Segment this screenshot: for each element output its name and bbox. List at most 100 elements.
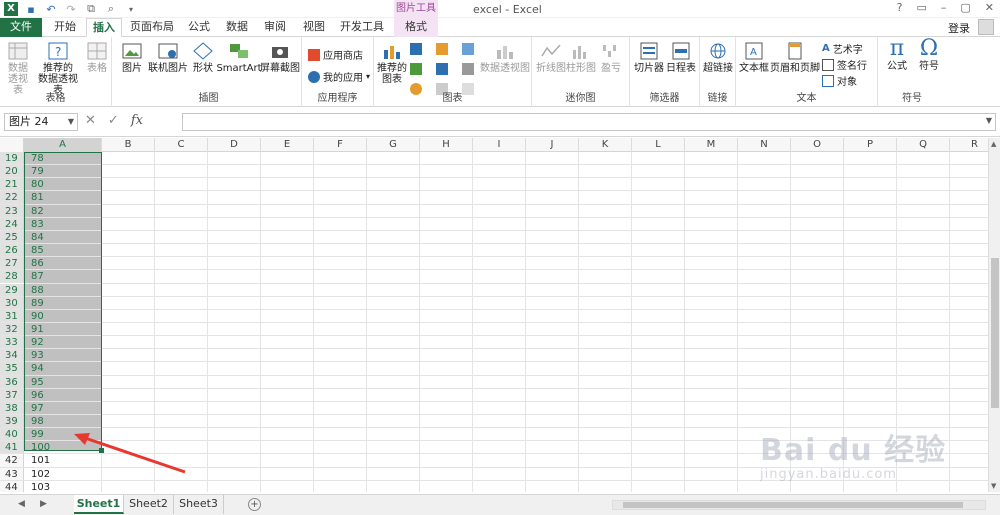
slicer-button[interactable]: 切片器: [634, 41, 664, 74]
formula-input[interactable]: ▼: [182, 113, 996, 131]
help-icon[interactable]: ?: [897, 1, 903, 14]
horizontal-scroll-thumb[interactable]: [623, 502, 963, 508]
tab-view[interactable]: 视图: [296, 18, 332, 37]
row-header[interactable]: 26: [0, 244, 24, 258]
column-header-q[interactable]: Q: [897, 138, 950, 152]
screenshot-button[interactable]: 屏幕截图: [260, 41, 300, 74]
row-header[interactable]: 29: [0, 283, 24, 297]
cancel-icon[interactable]: ✕: [85, 113, 96, 128]
column-header-a[interactable]: A: [24, 138, 102, 152]
sheet-tab-2[interactable]: Sheet2: [124, 495, 174, 514]
my-apps-dropdown-icon[interactable]: ▾: [366, 72, 370, 81]
redo-icon[interactable]: ↷: [64, 2, 78, 16]
column-header-d[interactable]: D: [208, 138, 261, 152]
sheet-prev-icon[interactable]: ◀: [18, 499, 25, 509]
textbox-button[interactable]: A 文本框: [738, 41, 770, 74]
stock-chart-icon[interactable]: [462, 63, 474, 75]
row-header[interactable]: 31: [0, 309, 24, 323]
row-header[interactable]: 43: [0, 467, 24, 481]
column-header-e[interactable]: E: [261, 138, 314, 152]
cell-a-value[interactable]: 102: [31, 468, 50, 481]
shapes-button[interactable]: 形状: [190, 41, 216, 74]
table-button[interactable]: 表格: [84, 41, 110, 74]
hyperlink-button[interactable]: 超链接: [702, 41, 734, 74]
column-header-c[interactable]: C: [155, 138, 208, 152]
column-header-l[interactable]: L: [632, 138, 685, 152]
row-header[interactable]: 22: [0, 191, 24, 205]
row-header[interactable]: 39: [0, 415, 24, 429]
row-header[interactable]: 23: [0, 204, 24, 218]
column-header-j[interactable]: J: [526, 138, 579, 152]
column-header-f[interactable]: F: [314, 138, 367, 152]
tab-review[interactable]: 审阅: [258, 18, 292, 37]
ribbon-display-icon[interactable]: ▭: [916, 1, 926, 14]
customize-qat-icon[interactable]: ▾: [124, 2, 138, 16]
column-header-k[interactable]: K: [579, 138, 632, 152]
header-footer-button[interactable]: 页眉和页脚: [770, 41, 820, 74]
undo-icon[interactable]: ↶: [44, 2, 58, 16]
row-header[interactable]: 20: [0, 165, 24, 179]
name-box-dropdown-icon[interactable]: ▼: [68, 114, 74, 130]
object-button[interactable]: 对象: [822, 73, 857, 88]
row-header[interactable]: 33: [0, 336, 24, 350]
row-header[interactable]: 32: [0, 322, 24, 337]
sheet-tab-3[interactable]: Sheet3: [174, 495, 224, 514]
row-header[interactable]: 21: [0, 178, 24, 192]
row-header[interactable]: 40: [0, 428, 24, 442]
insert-function-icon[interactable]: fx: [131, 113, 143, 128]
row-header[interactable]: 44: [0, 480, 24, 492]
row-header[interactable]: 41: [0, 441, 24, 455]
wordart-button[interactable]: A 艺术字: [822, 41, 863, 56]
enter-icon[interactable]: ✓: [108, 113, 119, 128]
vertical-scrollbar[interactable]: ▲ ▼: [988, 138, 1000, 492]
column-header-h[interactable]: H: [420, 138, 473, 152]
horizontal-scrollbar[interactable]: [612, 500, 986, 510]
row-header[interactable]: 24: [0, 217, 24, 231]
column-header-n[interactable]: N: [738, 138, 791, 152]
column-header-g[interactable]: G: [367, 138, 420, 152]
online-picture-button[interactable]: 联机图片: [148, 41, 188, 74]
scroll-up-icon[interactable]: ▲: [991, 140, 996, 148]
tab-data[interactable]: 数据: [220, 18, 254, 37]
close-icon[interactable]: ✕: [985, 1, 994, 14]
pivot-table-button[interactable]: 数据 透视表: [4, 41, 32, 96]
signature-line-button[interactable]: 签名行: [822, 57, 867, 72]
cell-a-value[interactable]: 103: [31, 481, 50, 492]
row-header[interactable]: 28: [0, 270, 24, 284]
cell-a-value[interactable]: 101: [31, 454, 50, 467]
tab-home[interactable]: 开始: [46, 18, 84, 37]
equation-button[interactable]: π 公式: [882, 38, 912, 73]
row-header[interactable]: 36: [0, 375, 24, 389]
row-header[interactable]: 30: [0, 296, 24, 310]
sparkline-line-button[interactable]: 折线图: [536, 41, 566, 74]
row-header[interactable]: 19: [0, 152, 24, 166]
expand-formula-icon[interactable]: ▼: [986, 116, 992, 125]
tab-page-layout[interactable]: 页面布局: [126, 18, 178, 37]
save-icon[interactable]: ▪: [24, 2, 38, 16]
select-all-corner[interactable]: [0, 138, 24, 152]
picture-button[interactable]: 图片: [118, 41, 146, 74]
symbol-button[interactable]: Ω 符号: [914, 38, 944, 73]
column-header-o[interactable]: O: [791, 138, 844, 152]
tab-insert[interactable]: 插入: [86, 18, 122, 37]
tab-format[interactable]: 格式: [394, 18, 438, 37]
row-header[interactable]: 34: [0, 349, 24, 363]
app-store-button[interactable]: 应用商店: [308, 47, 363, 62]
column-header-m[interactable]: M: [685, 138, 738, 152]
add-sheet-icon[interactable]: +: [248, 498, 261, 511]
row-header[interactable]: 37: [0, 388, 24, 402]
line-chart-icon[interactable]: [410, 63, 422, 75]
timeline-button[interactable]: 日程表: [666, 41, 696, 74]
tab-developer[interactable]: 开发工具: [336, 18, 388, 37]
recommended-charts-button[interactable]: 推荐的 图表: [376, 41, 408, 85]
avatar[interactable]: [978, 19, 994, 35]
sheet-tab-1[interactable]: Sheet1: [74, 495, 124, 514]
name-box[interactable]: 图片 24 ▼: [4, 113, 78, 131]
column-header-i[interactable]: I: [473, 138, 526, 152]
minimize-icon[interactable]: –: [941, 1, 947, 14]
recommended-pivot-button[interactable]: ? 推荐的 数据透视表: [34, 41, 82, 96]
row-header[interactable]: 27: [0, 257, 24, 271]
print-preview-icon[interactable]: ⌕: [104, 2, 118, 16]
column-header-p[interactable]: P: [844, 138, 897, 152]
row-header[interactable]: 35: [0, 362, 24, 376]
